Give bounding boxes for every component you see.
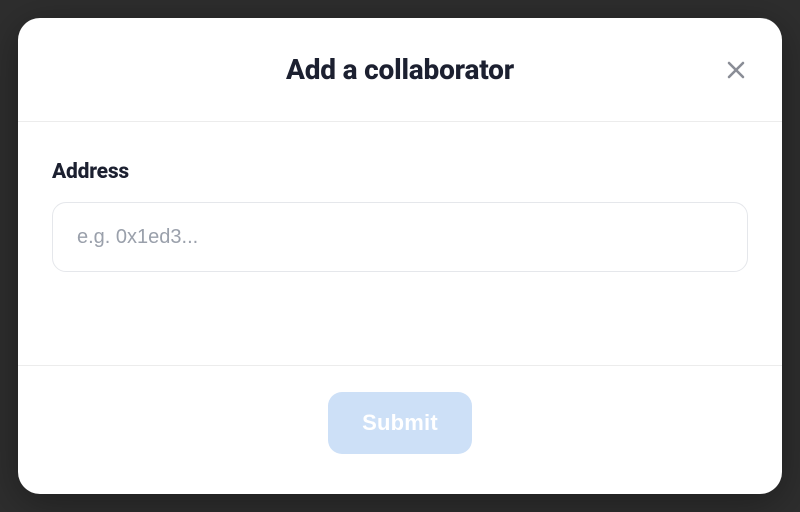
modal-title: Add a collaborator: [286, 53, 514, 86]
modal-backdrop: Add a collaborator Address Submit: [0, 0, 800, 512]
modal-footer: Submit: [18, 365, 782, 494]
address-input[interactable]: [52, 202, 748, 272]
close-button[interactable]: [716, 50, 756, 90]
add-collaborator-modal: Add a collaborator Address Submit: [18, 18, 782, 494]
modal-header: Add a collaborator: [18, 18, 782, 122]
close-icon: [724, 58, 748, 82]
address-label: Address: [52, 160, 748, 184]
modal-body: Address: [18, 122, 782, 365]
submit-button[interactable]: Submit: [328, 392, 472, 454]
